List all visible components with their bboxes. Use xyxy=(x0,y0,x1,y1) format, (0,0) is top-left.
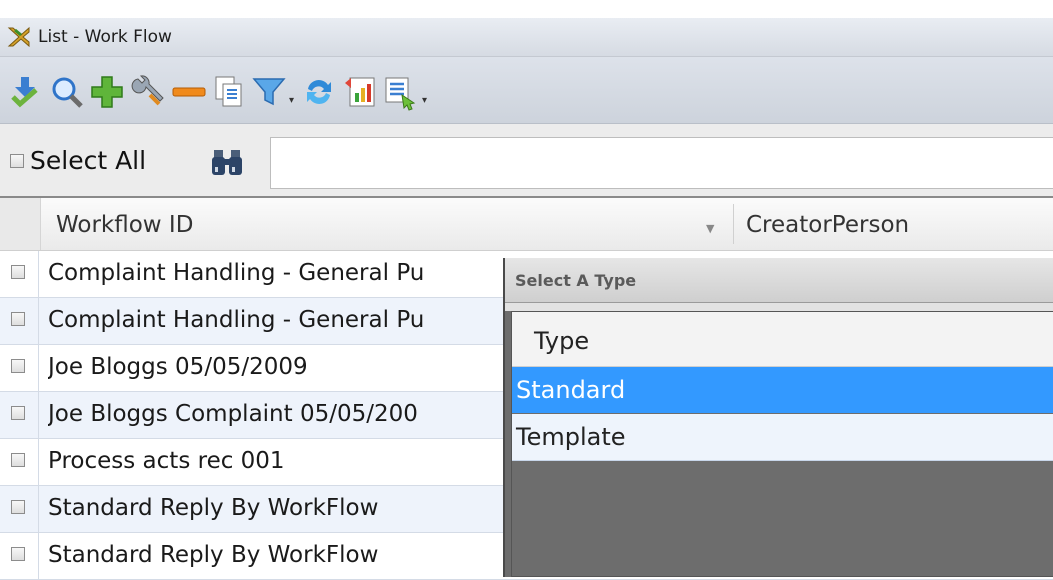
row-selector-header xyxy=(0,198,41,250)
select-type-popup: Select A Type Type Standard Template xyxy=(503,258,1053,577)
popup-toolbar-strip xyxy=(505,303,1053,311)
popup-title-bar[interactable]: Select A Type xyxy=(505,258,1053,303)
column-header-workflow-id[interactable]: Workflow ID xyxy=(56,212,193,238)
row-checkbox[interactable] xyxy=(11,453,25,467)
search-icon[interactable] xyxy=(48,73,86,111)
copy-icon[interactable] xyxy=(210,73,248,111)
download-check-icon[interactable] xyxy=(6,73,44,111)
cell-workflow-id: Joe Bloggs Complaint 05/05/200 xyxy=(48,401,418,427)
type-column-label: Type xyxy=(534,327,590,355)
cell-workflow-id: Complaint Handling - General Pu xyxy=(48,307,425,333)
column-header-creator-person[interactable]: CreatorPerson xyxy=(746,212,909,238)
select-all-checkbox[interactable] xyxy=(10,154,24,168)
report-icon[interactable] xyxy=(342,73,380,111)
binoculars-icon[interactable] xyxy=(210,146,244,178)
row-checkbox[interactable] xyxy=(11,406,25,420)
row-checkbox[interactable] xyxy=(11,547,25,561)
window-title: List - Work Flow xyxy=(38,27,172,47)
export-dropdown-caret-icon[interactable]: ▾ xyxy=(422,95,427,106)
type-option-template[interactable]: Template xyxy=(512,414,1053,461)
row-checkbox[interactable] xyxy=(11,359,25,373)
cell-workflow-id: Process acts rec 001 xyxy=(48,448,285,474)
grid-header: Workflow ID ▼ CreatorPerson xyxy=(0,198,1053,251)
type-option-label: Standard xyxy=(516,376,626,404)
app-logo-icon xyxy=(7,26,30,48)
select-all-label[interactable]: Select All xyxy=(30,146,146,175)
row-checkbox[interactable] xyxy=(11,312,25,326)
search-input[interactable] xyxy=(270,137,1053,189)
add-icon[interactable] xyxy=(88,73,126,111)
wrench-icon[interactable] xyxy=(128,73,166,111)
cell-workflow-id: Standard Reply By WorkFlow xyxy=(48,495,379,521)
export-icon[interactable] xyxy=(382,73,420,111)
toolbar: ▾ ▾ xyxy=(0,57,1053,124)
popup-title: Select A Type xyxy=(515,271,637,290)
title-bar: List - Work Flow xyxy=(0,18,1053,57)
select-search-bar: Select All xyxy=(0,124,1053,198)
remove-icon[interactable] xyxy=(170,73,208,111)
filter-dropdown-caret-icon[interactable]: ▾ xyxy=(289,95,294,106)
workflow-list-window: List - Work Flow ▾ ▾ Select All Workflow… xyxy=(0,0,1053,580)
type-option-label: Template xyxy=(516,423,626,451)
cell-workflow-id: Joe Bloggs 05/05/2009 xyxy=(48,354,308,380)
sort-dropdown-icon[interactable]: ▼ xyxy=(706,222,714,235)
filter-icon[interactable] xyxy=(250,73,288,111)
cell-workflow-id: Standard Reply By WorkFlow xyxy=(48,542,379,568)
row-checkbox[interactable] xyxy=(11,265,25,279)
type-list: Type Standard Template xyxy=(511,311,1053,577)
type-column-header[interactable]: Type xyxy=(512,312,1053,367)
type-option-standard[interactable]: Standard xyxy=(512,367,1053,413)
row-checkbox[interactable] xyxy=(11,500,25,514)
column-divider[interactable] xyxy=(733,204,734,244)
cell-workflow-id: Complaint Handling - General Pu xyxy=(48,260,425,286)
refresh-icon[interactable] xyxy=(300,73,338,111)
